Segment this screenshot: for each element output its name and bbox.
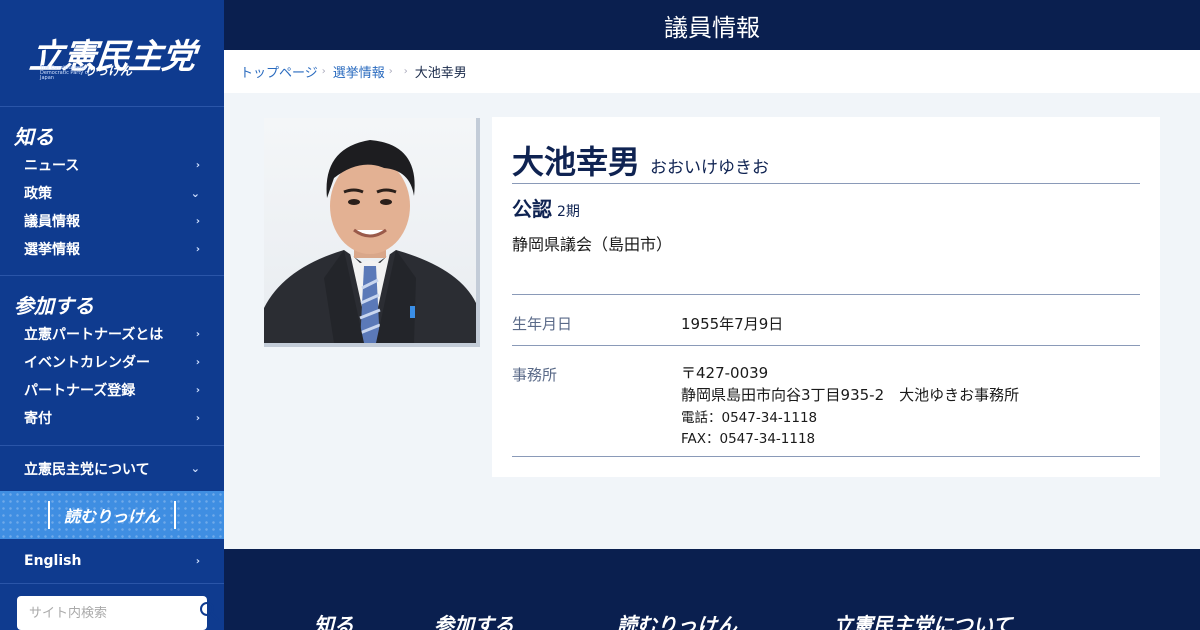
profile-card: 大池幸男 おおいけゆきお 公認 2期 静岡県議会（島田市） 生年月日 1955年…	[492, 117, 1160, 477]
nav-item-news[interactable]: ニュース ›	[0, 151, 224, 179]
office-zip: 〒427-0039	[681, 364, 769, 382]
term-count: 2期	[557, 204, 580, 220]
breadcrumb-separator: ›	[403, 66, 408, 77]
yomu-rikken-banner[interactable]: 読むりっけん	[0, 491, 224, 539]
office-label: 事務所	[512, 366, 558, 384]
birth-date-value: 1955年7月9日	[681, 315, 784, 333]
chevron-right-icon: ›	[195, 215, 200, 227]
chevron-right-icon: ›	[195, 356, 200, 368]
office-phone: 電話：0547-34-1118	[681, 410, 818, 426]
yomu-rikken-label: 読むりっけん	[47, 501, 176, 529]
nav-item-donation[interactable]: 寄付 ›	[0, 404, 224, 432]
chevron-right-icon: ›	[195, 243, 200, 255]
divider	[512, 456, 1140, 457]
breadcrumb-current: 大池幸男	[414, 66, 467, 81]
nav-label: ニュース	[24, 158, 80, 174]
footer: 知る 参加する 読むりっけん 立憲民主党について	[224, 549, 1200, 630]
page-title: 議員情報	[664, 13, 760, 42]
nav-label: 立憲パートナーズとは	[24, 327, 164, 343]
nav-item-elections[interactable]: 選挙情報 ›	[0, 235, 224, 263]
section-know-title: 知る	[14, 125, 54, 149]
divider	[512, 183, 1140, 184]
nav-item-policy[interactable]: 政策 ⌄	[0, 179, 224, 207]
nav-item-partners[interactable]: 立憲パートナーズとは ›	[0, 320, 224, 348]
member-photo-frame	[264, 118, 480, 347]
breadcrumb-separator: ›	[388, 66, 393, 77]
assembly-district: 静岡県議会（島田市）	[512, 235, 673, 254]
breadcrumb: トップページ › 選挙情報 › › 大池幸男	[224, 50, 1200, 93]
nav-item-about[interactable]: 立憲民主党について ⌄	[0, 446, 224, 491]
logo-sub: りっけん	[84, 64, 133, 78]
breadcrumb-top[interactable]: トップページ	[240, 62, 318, 81]
nav-label: パートナーズ登録	[24, 383, 136, 399]
nav-item-event-calendar[interactable]: イベントカレンダー ›	[0, 348, 224, 376]
footer-link-yomu[interactable]: 読むりっけん	[617, 609, 737, 630]
chevron-right-icon: ›	[195, 328, 200, 340]
footer-link-know[interactable]: 知る	[314, 609, 354, 630]
nav-label: 選挙情報	[24, 242, 80, 258]
page-header: 議員情報	[224, 0, 1200, 50]
nav-label: 政策	[24, 186, 52, 202]
nav-item-english[interactable]: English ›	[0, 539, 224, 584]
nav-label: イベントカレンダー	[24, 355, 150, 371]
nav-label: 議員情報	[24, 214, 80, 230]
nav-item-members[interactable]: 議員情報 ›	[0, 207, 224, 235]
footer-link-about[interactable]: 立憲民主党について	[833, 609, 1012, 630]
endorsement-status: 公認	[512, 197, 552, 221]
chevron-right-icon: ›	[195, 555, 200, 567]
chevron-right-icon: ›	[195, 412, 200, 424]
search-icon[interactable]	[199, 601, 219, 625]
party-logo[interactable]: 立憲民主党 The Constitutional Democratic Part…	[0, 0, 224, 107]
logo-english: The Constitutional Democratic Party of J…	[40, 65, 90, 81]
nav-label: 立憲民主党について	[24, 461, 150, 478]
breadcrumb-separator: ›	[321, 66, 326, 77]
chevron-down-icon: ⌄	[190, 186, 200, 200]
section-join-title: 参加する	[14, 294, 94, 318]
chevron-right-icon: ›	[195, 384, 200, 396]
nav-item-partners-register[interactable]: パートナーズ登録 ›	[0, 376, 224, 404]
nav-label: 寄付	[24, 411, 52, 427]
office-fax: FAX：0547-34-1118	[681, 431, 816, 447]
divider	[512, 345, 1140, 346]
chevron-down-icon: ⌄	[190, 462, 200, 475]
footer-link-join[interactable]: 参加する	[434, 609, 514, 630]
sidebar: 立憲民主党 The Constitutional Democratic Part…	[0, 0, 224, 630]
search-input[interactable]	[29, 605, 199, 621]
chevron-right-icon: ›	[195, 159, 200, 171]
site-search-box	[17, 596, 219, 630]
office-address: 静岡県島田市向谷3丁目935-2 大池ゆきお事務所	[681, 386, 1020, 404]
divider	[512, 294, 1140, 295]
nav-label: English	[24, 553, 82, 569]
birth-date-label: 生年月日	[512, 315, 573, 333]
breadcrumb-elections[interactable]: 選挙情報	[333, 62, 385, 81]
member-photo	[264, 118, 476, 343]
member-name-kana: おおいけゆきお	[650, 158, 770, 178]
member-name: 大池幸男	[512, 143, 641, 181]
